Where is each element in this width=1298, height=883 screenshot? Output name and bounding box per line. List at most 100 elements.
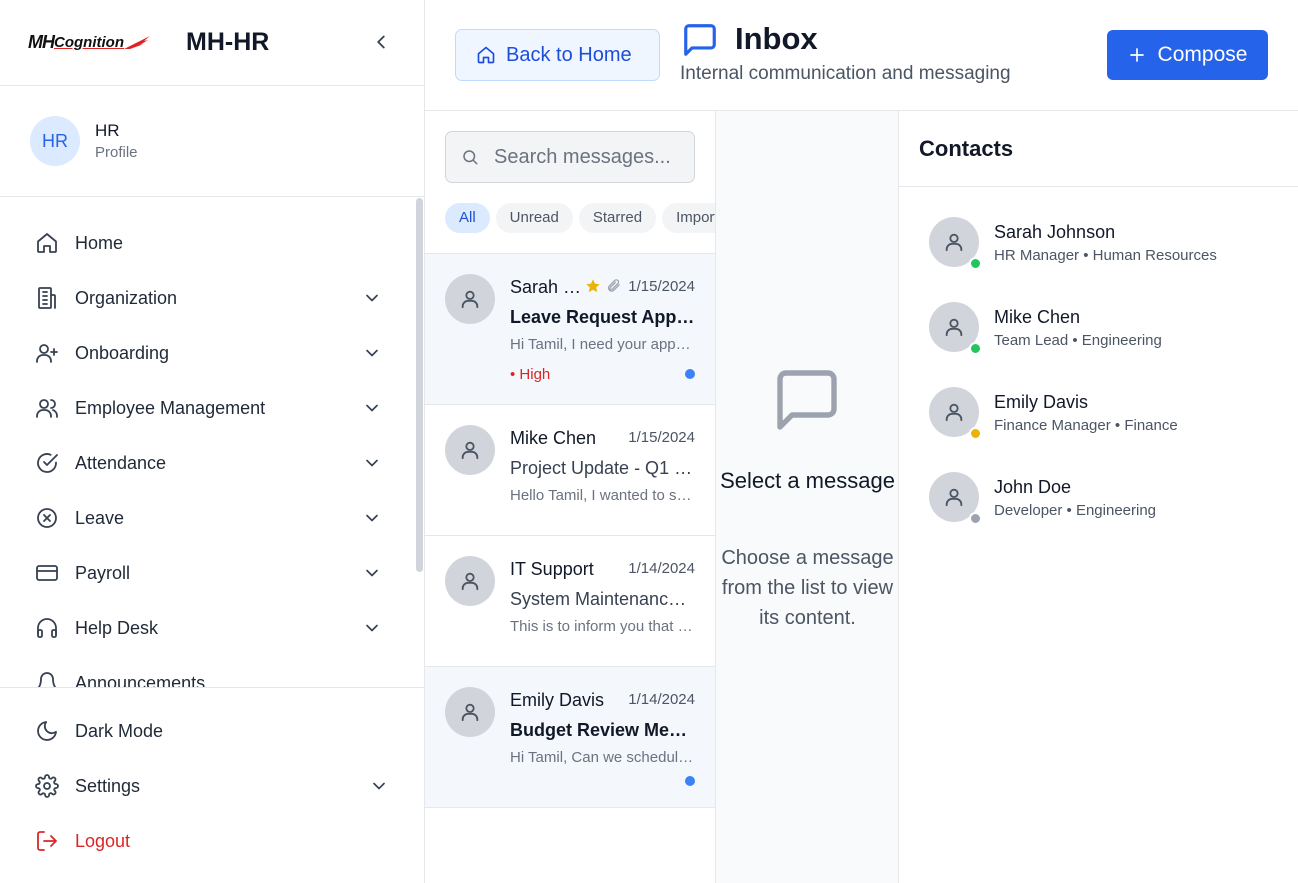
search-input[interactable] [494,145,694,169]
home-icon [37,233,57,253]
message-subject: Leave Request Approval [510,307,695,327]
contact-name: Emily Davis [994,392,1089,412]
dark-mode-toggle[interactable]: Dark Mode [0,709,410,753]
filter-all[interactable]: All [445,203,490,233]
message-sender: Mike Chen [510,428,597,448]
user-icon [461,290,479,309]
avatar [445,687,495,737]
contact-item[interactable]: Sarah Johnson HR Manager • Human Resourc… [899,217,1298,287]
sidebar-item-onboarding[interactable]: Onboarding [0,331,410,375]
chevron-down-icon [366,349,378,357]
chevron-down-icon [366,624,378,632]
star-icon[interactable] [585,278,601,294]
online-status-dot [969,342,982,355]
settings-label: Settings [75,775,141,796]
sidebar-item-label: Onboarding [75,342,170,363]
empty-state-title: Select a message [720,468,895,493]
contacts-title: Contacts [899,111,1298,187]
users-icon [36,399,58,418]
empty-state-subtitle: Choose a message from the list to view i… [721,547,894,629]
user-plus-icon [36,344,58,363]
sidebar-item-label: Organization [75,287,178,308]
message-list-panel: AllUnreadStarredImportant Sarah Johnson … [425,111,716,883]
away-status-dot [969,427,982,440]
avatar [445,425,495,475]
sidebar-item-help-desk[interactable]: Help Desk [0,606,410,650]
user-icon [945,403,963,422]
x-circle-icon [37,508,57,528]
sidebar-item-label: Attendance [75,452,167,473]
sidebar-item-label: Leave [75,507,125,528]
logo-cognition-text: Cognition [54,34,124,51]
chevron-down-icon [366,569,378,577]
message-sender: IT Support [510,559,594,579]
sidebar-item-label: Announcements [75,672,206,689]
filter-unread[interactable]: Unread [495,203,573,233]
sidebar-item-settings[interactable]: Settings [0,764,424,808]
offline-status-dot [969,512,982,525]
user-icon [945,233,963,252]
message-detail-panel: Select a message Choose a message from t… [716,111,899,883]
unread-dot [685,369,695,379]
chevron-down-icon [366,459,378,467]
contact-role: Finance Manager • Finance [994,417,1178,434]
logout-icon [37,831,57,851]
contact-role: HR Manager • Human Resources [994,247,1217,264]
message-item[interactable]: IT Support 1/14/2024 System Maintenance … [425,536,715,667]
collapse-sidebar-button[interactable] [370,31,392,53]
sidebar-item-label: Home [75,232,124,253]
check-circle-icon [37,453,58,473]
page-subtitle: Internal communication and messaging [680,63,1011,84]
contact-name: John Doe [994,477,1072,497]
company-logo: MH Cognition [28,32,168,53]
gear-icon [35,774,59,798]
profile-subtitle: Profile [95,144,138,161]
filter-important[interactable]: Important [662,203,715,233]
message-subject: Budget Review Meeting [510,720,695,740]
home-icon [477,46,495,64]
compose-button[interactable]: Compose [1107,30,1268,80]
contacts-panel: Contacts Sarah Johnson HR Manager • Huma… [899,111,1298,883]
plus-icon [1129,48,1144,62]
page-title: Inbox [735,21,818,56]
message-sender: Emily Davis [510,690,605,710]
chevron-down-icon [366,294,378,302]
message-subject: Project Update - Q1 Goals [510,458,695,478]
sidebar-scrollbar[interactable] [416,198,423,572]
sidebar-item-home[interactable]: Home [0,221,410,265]
contact-item[interactable]: Emily Davis Finance Manager • Finance [899,387,1298,457]
user-icon [461,441,479,460]
profile-name: HR [95,121,120,140]
search-box [445,131,695,183]
priority-badge: • High [510,366,551,383]
avatar [445,556,495,606]
sidebar-item-employee-management[interactable]: Employee Management [0,386,410,430]
user-icon [945,488,963,507]
brand-header: MH Cognition MH-HR [0,0,424,86]
message-item[interactable]: Emily Davis 1/14/2024 Budget Review Meet… [425,667,715,808]
logout-button[interactable]: Logout [0,819,410,863]
message-preview: Hello Tamil, I wanted to share the lates… [510,487,695,504]
contact-item[interactable]: John Doe Developer • Engineering [899,472,1298,542]
sidebar-bottom: Dark Mode Settings Logout [0,687,424,883]
compose-label: Compose [1157,43,1248,66]
profile-card[interactable]: HR HR Profile [0,86,424,197]
avatar: HR [30,116,80,166]
contact-item[interactable]: Mike Chen Team Lead • Engineering [899,302,1298,372]
sidebar-item-announcements[interactable]: Announcements [0,661,410,688]
bell-icon [37,672,57,688]
message-item[interactable]: Sarah Johnson 1/15/2024 Leave Request Ap… [425,254,715,405]
user-icon [945,318,963,337]
filter-starred[interactable]: Starred [578,203,657,233]
sidebar-item-attendance[interactable]: Attendance [0,441,410,485]
dark-mode-label: Dark Mode [75,720,164,741]
sidebar-item-organization[interactable]: Organization [0,276,410,320]
headphones-icon [37,618,57,638]
sidebar-item-leave[interactable]: Leave [0,496,410,540]
contact-role: Team Lead • Engineering [994,332,1162,349]
message-preview: Hi Tamil, Can we schedule a budget revie… [510,749,695,766]
back-to-home-button[interactable]: Back to Home [455,29,660,81]
sidebar-item-label: Employee Management [75,397,266,418]
sidebar-item-payroll[interactable]: Payroll [0,551,410,595]
message-item[interactable]: Mike Chen 1/15/2024 Project Update - Q1 … [425,405,715,536]
